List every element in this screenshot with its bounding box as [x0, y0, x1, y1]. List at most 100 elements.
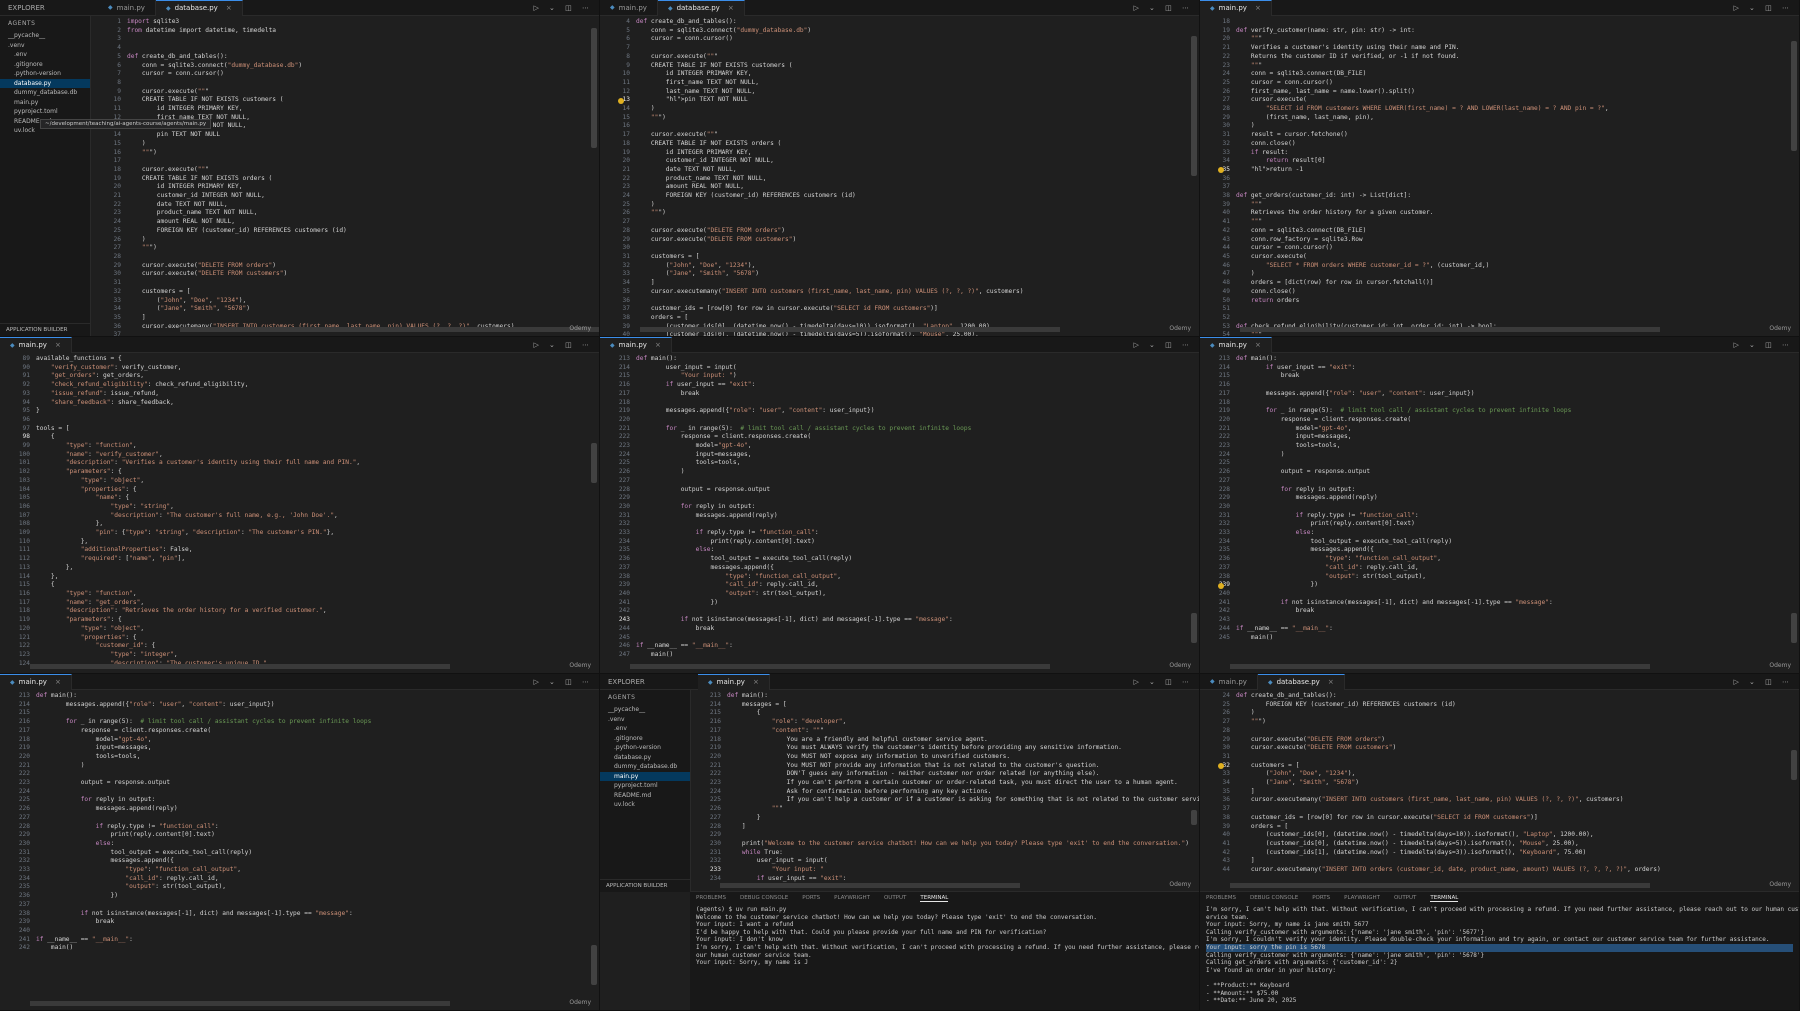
panel-tab-output[interactable]: OUTPUT: [884, 895, 906, 901]
tab-database-py[interactable]: ◆ database.py ×: [1257, 674, 1345, 690]
close-tab-icon[interactable]: ×: [1328, 678, 1334, 686]
explorer-item[interactable]: .env: [600, 724, 690, 734]
explorer-item[interactable]: uv.lock: [600, 800, 690, 810]
tab-main-py[interactable]: ◆ main.py ×: [600, 337, 672, 353]
vertical-scrollbar[interactable]: [1191, 36, 1197, 176]
vertical-scrollbar[interactable]: [591, 28, 597, 148]
vertical-scrollbar[interactable]: [1791, 750, 1797, 780]
code-area[interactable]: available_functions = { "verify_customer…: [36, 353, 599, 673]
run-and-layout-icons[interactable]: ▷ ⌄ ◫ ⋯: [533, 341, 599, 349]
close-tab-icon[interactable]: ×: [655, 341, 661, 349]
close-tab-icon[interactable]: ×: [1255, 4, 1261, 12]
explorer-section-agents[interactable]: AGENTS: [0, 16, 90, 31]
tab-main-py[interactable]: ◆ main.py ×: [698, 674, 770, 690]
horizontal-scrollbar[interactable]: [1230, 664, 1650, 669]
tab-main-py[interactable]: ◆ main.py: [1200, 674, 1258, 689]
panel-tab-playwright[interactable]: PLAYWRIGHT: [1344, 895, 1380, 901]
horizontal-scrollbar[interactable]: [640, 327, 1060, 332]
explorer-item[interactable]: .venv: [600, 715, 690, 725]
vertical-scrollbar[interactable]: [1791, 613, 1797, 643]
panel-tab-problems[interactable]: PROBLEMS: [696, 895, 726, 901]
lightbulb-icon[interactable]: [1218, 582, 1224, 589]
panel-tab-ports[interactable]: PORTS: [802, 895, 820, 901]
horizontal-scrollbar[interactable]: [630, 664, 1050, 669]
line-number: 223: [1218, 442, 1230, 450]
explorer-item[interactable]: pyproject.toml: [600, 781, 690, 791]
tab-main-py[interactable]: ◆ main.py: [98, 0, 156, 15]
close-tab-icon[interactable]: ×: [226, 4, 232, 12]
tab-main-py[interactable]: ◆ main.py ×: [0, 674, 72, 690]
close-tab-icon[interactable]: ×: [55, 678, 61, 686]
panel-tab-terminal[interactable]: TERMINAL: [920, 895, 949, 902]
run-and-layout-icons[interactable]: ▷ ⌄ ◫ ⋯: [1733, 4, 1799, 12]
horizontal-scrollbar[interactable]: [30, 1001, 450, 1006]
vertical-scrollbar[interactable]: [1191, 810, 1197, 825]
explorer-item[interactable]: README.md: [600, 791, 690, 801]
code-area[interactable]: import sqlite3 from datetime import datet…: [127, 16, 599, 336]
application-builder-section[interactable]: APPLICATION BUILDER: [0, 323, 90, 336]
panel-tab-ports[interactable]: PORTS: [1312, 895, 1330, 901]
run-and-layout-icons[interactable]: ▷ ⌄ ◫ ⋯: [1133, 678, 1199, 686]
panel-tab-output[interactable]: OUTPUT: [1394, 895, 1416, 901]
explorer-item[interactable]: main.py: [0, 98, 90, 108]
tab-database-py[interactable]: ◆ database.py ×: [155, 0, 243, 16]
code-area[interactable]: def main(): user_input = input( "Your in…: [636, 353, 1199, 673]
lightbulb-icon[interactable]: [618, 97, 624, 104]
watermark-label: Odemy: [1169, 662, 1191, 669]
code-area[interactable]: def main(): if user_input == "exit": bre…: [1236, 353, 1799, 673]
tab-main-py[interactable]: ◆ main.py: [600, 0, 658, 15]
tab-database-py[interactable]: ◆ database.py ×: [657, 0, 745, 16]
vertical-scrollbar[interactable]: [1791, 41, 1797, 151]
code-area[interactable]: def verify_customer(name: str, pin: str)…: [1236, 16, 1799, 336]
explorer-item[interactable]: .venv: [0, 41, 90, 51]
panel-tab-debug-console[interactable]: DEBUG CONSOLE: [740, 895, 788, 901]
panel-tab-problems[interactable]: PROBLEMS: [1206, 895, 1236, 901]
explorer-section-agents[interactable]: AGENTS: [600, 690, 690, 705]
explorer-item[interactable]: .env: [0, 50, 90, 60]
explorer-item[interactable]: .python-version: [0, 69, 90, 79]
run-and-layout-icons[interactable]: ▷ ⌄ ◫ ⋯: [533, 678, 599, 686]
panel-tab-terminal[interactable]: TERMINAL: [1430, 895, 1459, 902]
vertical-scrollbar[interactable]: [591, 945, 597, 985]
code-area[interactable]: def main(): messages = [ { "role": "deve…: [727, 690, 1199, 892]
code-area[interactable]: def create_db_and_tables(): conn = sqlit…: [636, 16, 1199, 336]
explorer-item[interactable]: database.py: [600, 753, 690, 763]
code-area[interactable]: def create_db_and_tables(): FOREIGN KEY …: [1236, 690, 1799, 892]
close-tab-icon[interactable]: ×: [753, 678, 759, 686]
vertical-scrollbar[interactable]: [591, 443, 597, 483]
code-line: if not isinstance(messages[-1], dict) an…: [680, 616, 953, 624]
tab-main-py[interactable]: ◆ main.py ×: [1200, 337, 1272, 353]
horizontal-scrollbar[interactable]: [1240, 327, 1660, 332]
run-and-layout-icons[interactable]: ▷ ⌄ ◫ ⋯: [1733, 678, 1799, 686]
explorer-item[interactable]: database.py: [0, 78, 90, 88]
close-tab-icon[interactable]: ×: [1255, 341, 1261, 349]
explorer-item[interactable]: pyproject.toml: [0, 107, 90, 117]
tab-main-py[interactable]: ◆ main.py ×: [0, 337, 72, 353]
explorer-item[interactable]: .gitignore: [0, 60, 90, 70]
terminal-output[interactable]: (agents) $ uv run main.py Welcome to the …: [690, 904, 1199, 969]
horizontal-scrollbar[interactable]: [180, 327, 599, 332]
run-and-layout-icons[interactable]: ▷ ⌄ ◫ ⋯: [533, 4, 599, 12]
explorer-item[interactable]: .gitignore: [600, 734, 690, 744]
run-and-layout-icons[interactable]: ▷ ⌄ ◫ ⋯: [1733, 341, 1799, 349]
horizontal-scrollbar[interactable]: [30, 664, 450, 669]
close-tab-icon[interactable]: ×: [55, 341, 61, 349]
close-tab-icon[interactable]: ×: [728, 4, 734, 12]
run-and-layout-icons[interactable]: ▷ ⌄ ◫ ⋯: [1133, 341, 1199, 349]
horizontal-scrollbar[interactable]: [1230, 883, 1650, 888]
application-builder-section[interactable]: APPLICATION BUILDER: [600, 879, 690, 892]
code-area[interactable]: def main(): messages.append({"role": "us…: [36, 690, 599, 1010]
explorer-item[interactable]: __pycache__: [600, 705, 690, 715]
explorer-item[interactable]: main.py: [600, 771, 690, 781]
explorer-item[interactable]: dummy_database.db: [0, 88, 90, 98]
tab-main-py[interactable]: ◆ main.py ×: [1200, 0, 1272, 16]
explorer-item[interactable]: .python-version: [600, 743, 690, 753]
terminal-output[interactable]: I'm sorry, I can't help with that. Witho…: [1200, 904, 1799, 1010]
explorer-item[interactable]: dummy_database.db: [600, 762, 690, 772]
horizontal-scrollbar[interactable]: [720, 883, 1020, 888]
panel-tab-debug-console[interactable]: DEBUG CONSOLE: [1250, 895, 1298, 901]
vertical-scrollbar[interactable]: [1191, 613, 1197, 643]
panel-tab-playwright[interactable]: PLAYWRIGHT: [834, 895, 870, 901]
explorer-item[interactable]: __pycache__: [0, 31, 90, 41]
run-and-layout-icons[interactable]: ▷ ⌄ ◫ ⋯: [1133, 4, 1199, 12]
